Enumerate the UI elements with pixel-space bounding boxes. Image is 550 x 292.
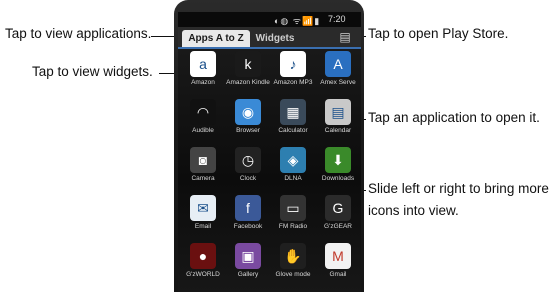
tab-widgets[interactable]: Widgets xyxy=(252,30,298,47)
tab-apps-a-to-z[interactable]: Apps A to Z xyxy=(182,30,250,47)
kindle-icon: k xyxy=(235,51,261,77)
facebook-icon: f xyxy=(235,195,261,221)
amazon-mp3-icon: ♪ xyxy=(280,51,306,77)
app-gzgear[interactable]: G G'zGEAR xyxy=(315,195,361,243)
app-gmail[interactable]: M Gmail xyxy=(315,243,361,291)
app-globe[interactable]: ◉ Browser xyxy=(225,99,271,147)
app-amex[interactable]: A Amex Serve xyxy=(315,51,361,99)
clock-icon: ◷ xyxy=(235,147,261,173)
gmail-icon: M xyxy=(325,243,351,269)
app-label: Gmail xyxy=(329,271,347,278)
app-radio[interactable]: ▭ FM Radio xyxy=(270,195,316,243)
app-calculator[interactable]: ▦ Calculator xyxy=(270,99,316,147)
app-amazon[interactable]: a Amazon xyxy=(180,51,226,99)
app-label: G'zGEAR xyxy=(324,223,352,230)
app-label: Calendar xyxy=(324,127,352,134)
app-dlna[interactable]: ◈ DLNA xyxy=(270,147,316,195)
email-icon: ✉ xyxy=(190,195,216,221)
app-amazon-mp3[interactable]: ♪ Amazon MP3 xyxy=(270,51,316,99)
globe-icon: ◉ xyxy=(235,99,261,125)
callout-open-application: Tap an application to open it. xyxy=(368,110,540,125)
app-audible[interactable]: ◠ Audible xyxy=(180,99,226,147)
app-kindle[interactable]: k Amazon Kindle xyxy=(225,51,271,99)
callout-open-play-store: Tap to open Play Store. xyxy=(368,26,509,41)
app-gzworld[interactable]: ● G'zWORLD xyxy=(180,243,226,291)
audible-icon: ◠ xyxy=(190,99,216,125)
status-time: 7:20 xyxy=(328,14,346,24)
status-bar: ◐◍ ᯤ📶▮ 7:20 xyxy=(178,12,361,27)
radio-icon: ▭ xyxy=(280,195,306,221)
app-facebook[interactable]: f Facebook xyxy=(225,195,271,243)
calendar-icon: ▤ xyxy=(325,99,351,125)
tab-bar: Apps A to Z Widgets ▤ xyxy=(178,27,361,49)
amex-icon: A xyxy=(325,51,351,77)
amazon-icon: a xyxy=(190,51,216,77)
app-drawer-screen[interactable]: ◐◍ ᯤ📶▮ 7:20 Apps A to Z Widgets ▤ a Amazo… xyxy=(178,12,361,292)
app-label: Amex Serve xyxy=(320,79,356,86)
app-download[interactable]: ⬇ Downloads xyxy=(315,147,361,195)
callout-slide-line-1: Slide left or right to bring more xyxy=(368,181,549,196)
app-clock[interactable]: ◷ Clock xyxy=(225,147,271,195)
app-email[interactable]: ✉ Email xyxy=(180,195,226,243)
app-calendar[interactable]: ▤ Calendar xyxy=(315,99,361,147)
callout-view-widgets: Tap to view widgets. xyxy=(32,64,153,79)
calculator-icon: ▦ xyxy=(280,99,306,125)
callout-slide-line-2: icons into view. xyxy=(368,203,459,218)
gzworld-icon: ● xyxy=(190,243,216,269)
app-camera[interactable]: ◙ Camera xyxy=(180,147,226,195)
app-label: Downloads xyxy=(321,175,355,182)
download-icon: ⬇ xyxy=(325,147,351,173)
app-gallery[interactable]: ▣ Gallery xyxy=(225,243,271,291)
glove-icon: ✋ xyxy=(280,243,306,269)
camera-icon: ◙ xyxy=(190,147,216,173)
play-store-icon[interactable]: ▤ xyxy=(338,30,352,44)
gzgear-icon: G xyxy=(325,195,351,221)
dlna-icon: ◈ xyxy=(280,147,306,173)
gallery-icon: ▣ xyxy=(235,243,261,269)
status-icons: ◐◍ ᯤ📶▮ xyxy=(274,16,321,26)
callout-view-applications: Tap to view applications. xyxy=(5,26,152,41)
app-glove[interactable]: ✋ Glove mode xyxy=(270,243,316,291)
